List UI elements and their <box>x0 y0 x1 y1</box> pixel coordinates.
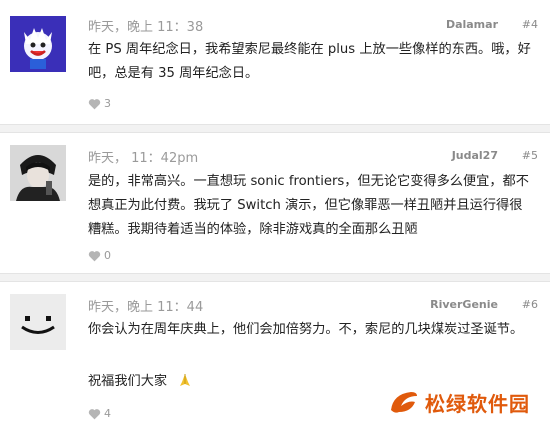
post-4: 昨天，晚上 11：38 Dalamar #4 在 PS 周年纪念日，我希望索尼最… <box>0 0 550 127</box>
leaf-logo-icon <box>391 391 417 413</box>
smiley-face-avatar-icon[interactable] <box>10 294 66 350</box>
watermark-text: 松绿软件园 <box>425 392 530 416</box>
like-count: 4 <box>104 407 111 420</box>
post-body: 是的，非常高兴。一直想玩 sonic frontiers，但无论它变得多么便宜，… <box>88 174 529 237</box>
heart-icon <box>88 250 101 261</box>
post-body: 你会认为在周年庆典上，他们会加倍努力。不，索尼的几块煤炭过圣诞节。 <box>88 322 524 337</box>
post-5: 昨天， 11：42pm Judal27 #5 是的，非常高兴。一直想玩 soni… <box>0 133 550 268</box>
like-count: 3 <box>104 97 111 110</box>
dark-character-avatar-icon[interactable] <box>10 145 66 201</box>
post-divider <box>0 273 550 282</box>
post-number[interactable]: #6 <box>522 298 538 311</box>
post-body: 在 PS 周年纪念日，我希望索尼最终能在 plus 上放一些像样的东西。哦，好吧… <box>88 42 531 81</box>
post-username[interactable]: RiverGenie <box>430 298 498 311</box>
heart-icon <box>88 408 101 419</box>
like-count: 0 <box>104 249 111 262</box>
watermark: 松绿软件园 <box>389 388 530 417</box>
post-body-text: 祝福我们大家 <box>88 374 168 389</box>
jack-frost-avatar-icon[interactable] <box>10 16 66 72</box>
post-timestamp: 昨天，晚上 11：38 <box>88 20 204 35</box>
post-timestamp: 昨天， 11：42pm <box>88 151 199 166</box>
post-username[interactable]: Judal27 <box>452 149 498 162</box>
like-button[interactable]: 4 <box>88 407 111 420</box>
post-number[interactable]: #4 <box>522 18 538 31</box>
post-timestamp: 昨天，晚上 11：44 <box>88 300 204 315</box>
post-username[interactable]: Dalamar <box>446 18 498 31</box>
post-number[interactable]: #5 <box>522 149 538 162</box>
praying-hands-icon <box>180 374 191 386</box>
post-divider <box>0 124 550 133</box>
like-button[interactable]: 3 <box>88 97 111 110</box>
heart-icon <box>88 98 101 109</box>
like-button[interactable]: 0 <box>88 249 111 262</box>
